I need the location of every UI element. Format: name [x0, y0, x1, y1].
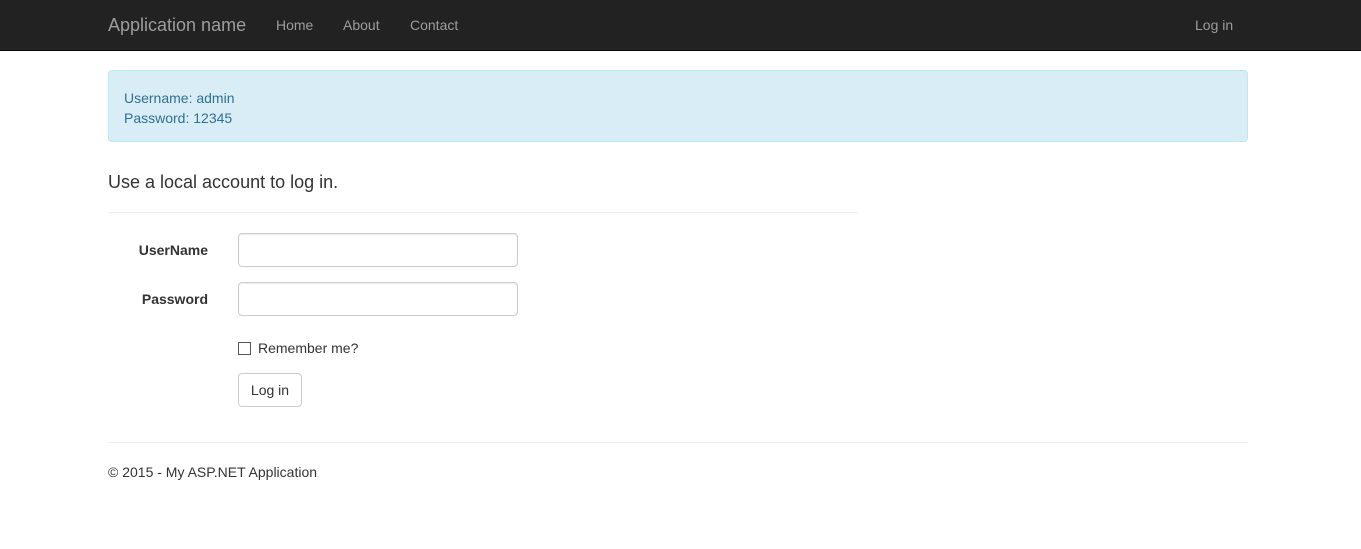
password-label: Password	[141, 291, 208, 307]
nav-link-home[interactable]: Home	[276, 17, 313, 33]
alert-password-text: Password: 12345	[124, 110, 233, 126]
credentials-info-alert: Username: admin Password: 12345	[108, 70, 1248, 142]
top-navbar: Application name Home About Contact Log …	[0, 0, 1361, 51]
nav-link-contact[interactable]: Contact	[410, 17, 458, 33]
alert-username-text: Username: admin	[124, 90, 235, 106]
login-submit-button[interactable]: Log in	[238, 373, 302, 407]
remember-me-checkbox[interactable]	[238, 341, 251, 355]
username-input[interactable]	[238, 233, 518, 267]
form-divider	[108, 212, 858, 213]
brand-link[interactable]: Application name	[108, 15, 246, 35]
footer-copyright: © 2015 - My ASP.NET Application	[108, 464, 318, 480]
footer-divider	[108, 442, 1248, 443]
username-label: UserName	[138, 242, 208, 258]
login-section-title: Use a local account to log in.	[108, 172, 339, 192]
nav-login-link[interactable]: Log in	[1195, 17, 1233, 33]
remember-me-label[interactable]: Remember me?	[258, 339, 358, 357]
password-input[interactable]	[238, 282, 518, 316]
remember-me-row[interactable]: Remember me?	[238, 339, 358, 357]
nav-link-about[interactable]: About	[343, 17, 380, 33]
